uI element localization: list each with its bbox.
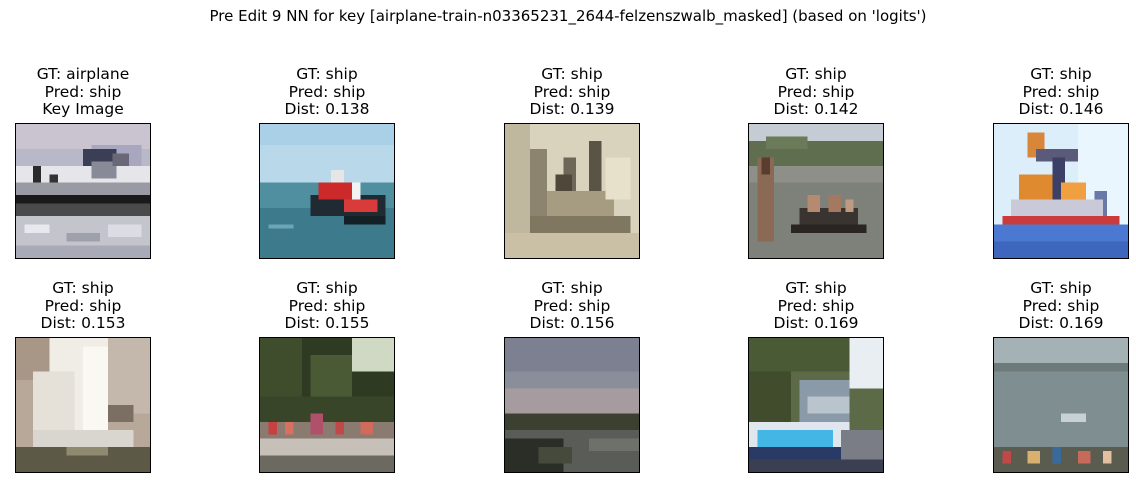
pred-label: Pred: ship (1022, 296, 1100, 315)
pred-label: Pred: ship (288, 82, 366, 101)
panel-caption: GT: airplane Pred: ship Key Image (0, 65, 191, 119)
gt-label: GT: ship (52, 279, 114, 297)
distance-label: Dist: 0.169 (773, 314, 859, 332)
gt-label: GT: ship (1030, 279, 1092, 297)
panel-caption: GT: ship Pred: ship Dist: 0.138 (219, 65, 435, 119)
panel-caption: GT: ship Pred: ship Dist: 0.153 (0, 279, 191, 333)
distance-label: Dist: 0.139 (529, 100, 615, 118)
panel-caption: GT: ship Pred: ship Dist: 0.156 (464, 279, 680, 333)
gt-label: GT: ship (541, 279, 603, 297)
gt-label: GT: ship (541, 65, 603, 83)
thumbnail-image (504, 123, 640, 259)
panel-caption: GT: ship Pred: ship Dist: 0.146 (953, 65, 1136, 119)
thumbnail-image (15, 337, 151, 473)
thumbnail-image (15, 123, 151, 259)
panel-caption: GT: ship Pred: ship Dist: 0.155 (219, 279, 435, 333)
pred-label: Pred: ship (777, 82, 855, 101)
distance-label: Dist: 0.138 (284, 100, 370, 118)
key-image-label: Key Image (42, 100, 124, 118)
pred-label: Pred: ship (288, 296, 366, 315)
thumbnail-image (993, 123, 1129, 259)
figure-title: Pre Edit 9 NN for key [airplane-train-n0… (209, 7, 927, 25)
panel-caption: GT: ship Pred: ship Dist: 0.169 (953, 279, 1136, 333)
gt-label: GT: ship (785, 65, 847, 83)
panel-caption: GT: ship Pred: ship Dist: 0.139 (464, 65, 680, 119)
gt-label: GT: ship (785, 279, 847, 297)
pred-label: Pred: ship (1022, 82, 1100, 101)
gt-label: GT: ship (296, 279, 358, 297)
distance-label: Dist: 0.153 (40, 314, 126, 332)
distance-label: Dist: 0.146 (1018, 100, 1104, 118)
thumbnail-image (748, 337, 884, 473)
thumbnail-image (259, 123, 395, 259)
pred-label: Pred: ship (533, 296, 611, 315)
pred-label: Pred: ship (44, 82, 122, 101)
distance-label: Dist: 0.156 (529, 314, 615, 332)
pred-label: Pred: ship (44, 296, 122, 315)
panel-caption: GT: ship Pred: ship Dist: 0.169 (708, 279, 924, 333)
gt-label: GT: ship (296, 65, 358, 83)
thumbnail-image (993, 337, 1129, 473)
pred-label: Pred: ship (533, 82, 611, 101)
thumbnail-image (504, 337, 640, 473)
gt-label: GT: airplane (36, 65, 130, 83)
thumbnail-image (259, 337, 395, 473)
thumbnail-image (748, 123, 884, 259)
distance-label: Dist: 0.155 (284, 314, 370, 332)
gt-label: GT: ship (1030, 65, 1092, 83)
distance-label: Dist: 0.169 (1018, 314, 1104, 332)
pred-label: Pred: ship (777, 296, 855, 315)
panel-caption: GT: ship Pred: ship Dist: 0.142 (708, 65, 924, 119)
distance-label: Dist: 0.142 (773, 100, 859, 118)
